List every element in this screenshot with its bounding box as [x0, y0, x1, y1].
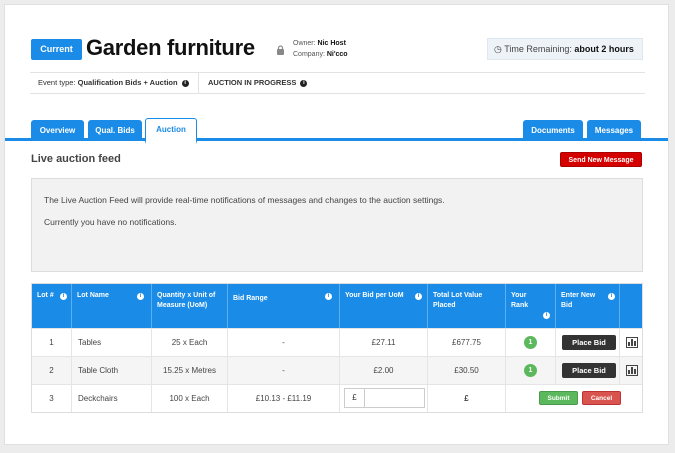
bar-chart-icon[interactable]	[626, 337, 638, 348]
divider	[198, 73, 199, 93]
col-lot-label: Lot #	[37, 292, 54, 299]
lock-icon	[277, 45, 284, 55]
col-quantity: Quantity x Unit of Measure (UoM)	[152, 284, 228, 328]
col-chart	[620, 284, 644, 328]
event-type-label: Event type:	[38, 78, 76, 87]
table-header: Lot # i Lot Name i Quantity x Unit of Me…	[32, 284, 642, 328]
cancel-button[interactable]: Cancel	[582, 391, 621, 405]
info-icon[interactable]: i	[608, 293, 615, 300]
lots-table: Lot # i Lot Name i Quantity x Unit of Me…	[31, 283, 643, 413]
col-enter-bid-label: Enter New Bid	[561, 292, 596, 309]
cell-quantity: 25 x Each	[152, 329, 228, 356]
live-feed-panel: The Live Auction Feed will provide real-…	[31, 178, 643, 272]
bid-amount-input[interactable]: £	[344, 388, 425, 408]
auction-status: AUCTION IN PROGRESS i	[208, 73, 308, 93]
info-icon[interactable]: i	[181, 79, 189, 87]
auction-page: Current Garden furniture Owner: Nic Host…	[4, 4, 669, 445]
table-row: 3 Deckchairs 100 x Each £10.13 - £11.19 …	[32, 384, 642, 412]
event-type-value: Qualification Bids + Auction	[77, 78, 178, 87]
page-title: Garden furniture	[86, 35, 255, 60]
feed-text: The Live Auction Feed will provide real-…	[44, 195, 445, 205]
time-label: Time Remaining:	[504, 44, 572, 54]
col-lot-name: Lot Name i	[72, 284, 152, 328]
cell-total: £	[428, 385, 506, 412]
tab-bar: Overview Qual. Bids Auction Documents Me…	[5, 116, 668, 144]
info-icon[interactable]: i	[137, 293, 144, 300]
event-type: Event type: Qualification Bids + Auction…	[38, 73, 189, 93]
cell-lot-name: Tables	[72, 329, 152, 356]
cell-your-bid: £	[340, 385, 428, 412]
owner-value: Nic Host	[317, 40, 346, 47]
submit-button[interactable]: Submit	[539, 391, 578, 405]
rank-badge: 1	[524, 336, 537, 350]
currency-prefix: £	[345, 389, 365, 407]
col-your-bid: Your Bid per UoM i	[340, 284, 428, 328]
cell-rank: 1	[506, 329, 556, 356]
cell-quantity: 15.25 x Metres	[152, 357, 228, 384]
feed-empty-text: Currently you have no notifications.	[44, 217, 177, 227]
tab-qual-bids[interactable]: Qual. Bids	[88, 120, 142, 141]
col-bid-range-label: Bid Range	[233, 295, 268, 302]
bar-chart-icon[interactable]	[626, 365, 638, 376]
col-bid-range: Bid Range i	[228, 284, 340, 328]
cell-bid-range: £10.13 - £11.19	[228, 385, 340, 412]
clock-icon: ◷	[494, 44, 502, 54]
auction-header: Current Garden furniture Owner: Nic Host…	[5, 5, 668, 73]
col-enter-bid: Enter New Bid i	[556, 284, 620, 328]
cell-your-bid: £27.11	[340, 329, 428, 356]
cell-bid-range: -	[228, 357, 340, 384]
rank-badge: 1	[524, 364, 537, 378]
cell-chart	[620, 357, 644, 384]
company-value: Ni'cco	[326, 51, 348, 58]
cell-lot-name: Table Cloth	[72, 357, 152, 384]
cell-lot: 3	[32, 385, 72, 412]
cell-enter-bid: Place Bid	[556, 357, 620, 384]
col-total: Total Lot Value Placed	[428, 284, 506, 328]
auction-status-text: AUCTION IN PROGRESS	[208, 78, 297, 87]
section-title: Live auction feed	[31, 153, 121, 165]
tab-documents[interactable]: Documents	[523, 120, 583, 141]
cell-total: £30.50	[428, 357, 506, 384]
place-bid-button[interactable]: Place Bid	[562, 363, 616, 378]
tab-overview[interactable]: Overview	[31, 120, 84, 141]
table-row: 2 Table Cloth 15.25 x Metres - £2.00 £30…	[32, 356, 642, 384]
owner-info: Owner: Nic Host Company: Ni'cco	[293, 38, 348, 60]
col-quantity-label: Quantity x Unit of Measure (UoM)	[157, 292, 216, 309]
col-rank-label: Your Rank	[511, 292, 529, 309]
cell-chart	[620, 329, 644, 356]
status-badge: Current	[31, 39, 82, 60]
cell-your-bid: £2.00	[340, 357, 428, 384]
cell-quantity: 100 x Each	[152, 385, 228, 412]
table-row: 1 Tables 25 x Each - £27.11 £677.75 1 Pl…	[32, 328, 642, 356]
owner-label: Owner:	[293, 40, 316, 47]
tab-auction[interactable]: Auction	[145, 118, 197, 144]
cell-total: £677.75	[428, 329, 506, 356]
cell-bid-range: -	[228, 329, 340, 356]
col-lot-name-label: Lot Name	[77, 292, 109, 299]
col-rank: Your Rank i	[506, 284, 556, 328]
tab-messages[interactable]: Messages	[587, 120, 641, 141]
cell-rank: 1	[506, 357, 556, 384]
cell-actions: Submit Cancel	[506, 385, 644, 412]
cell-lot: 2	[32, 357, 72, 384]
place-bid-button[interactable]: Place Bid	[562, 335, 616, 350]
time-value: about 2 hours	[574, 44, 634, 54]
col-lot: Lot # i	[32, 284, 72, 328]
send-new-message-button[interactable]: Send New Message	[560, 152, 642, 167]
col-your-bid-label: Your Bid per UoM	[345, 292, 404, 299]
cell-enter-bid: Place Bid	[556, 329, 620, 356]
cell-lot: 1	[32, 329, 72, 356]
info-icon[interactable]: i	[543, 312, 550, 319]
info-icon[interactable]: i	[300, 79, 308, 87]
col-total-label: Total Lot Value Placed	[433, 292, 483, 309]
info-icon[interactable]: i	[60, 293, 67, 300]
cell-lot-name: Deckchairs	[72, 385, 152, 412]
company-label: Company:	[293, 51, 325, 58]
info-icon[interactable]: i	[415, 293, 422, 300]
info-icon[interactable]: i	[325, 293, 332, 300]
time-remaining: ◷ Time Remaining: about 2 hours	[487, 38, 643, 60]
event-meta-bar: Event type: Qualification Bids + Auction…	[30, 72, 645, 94]
